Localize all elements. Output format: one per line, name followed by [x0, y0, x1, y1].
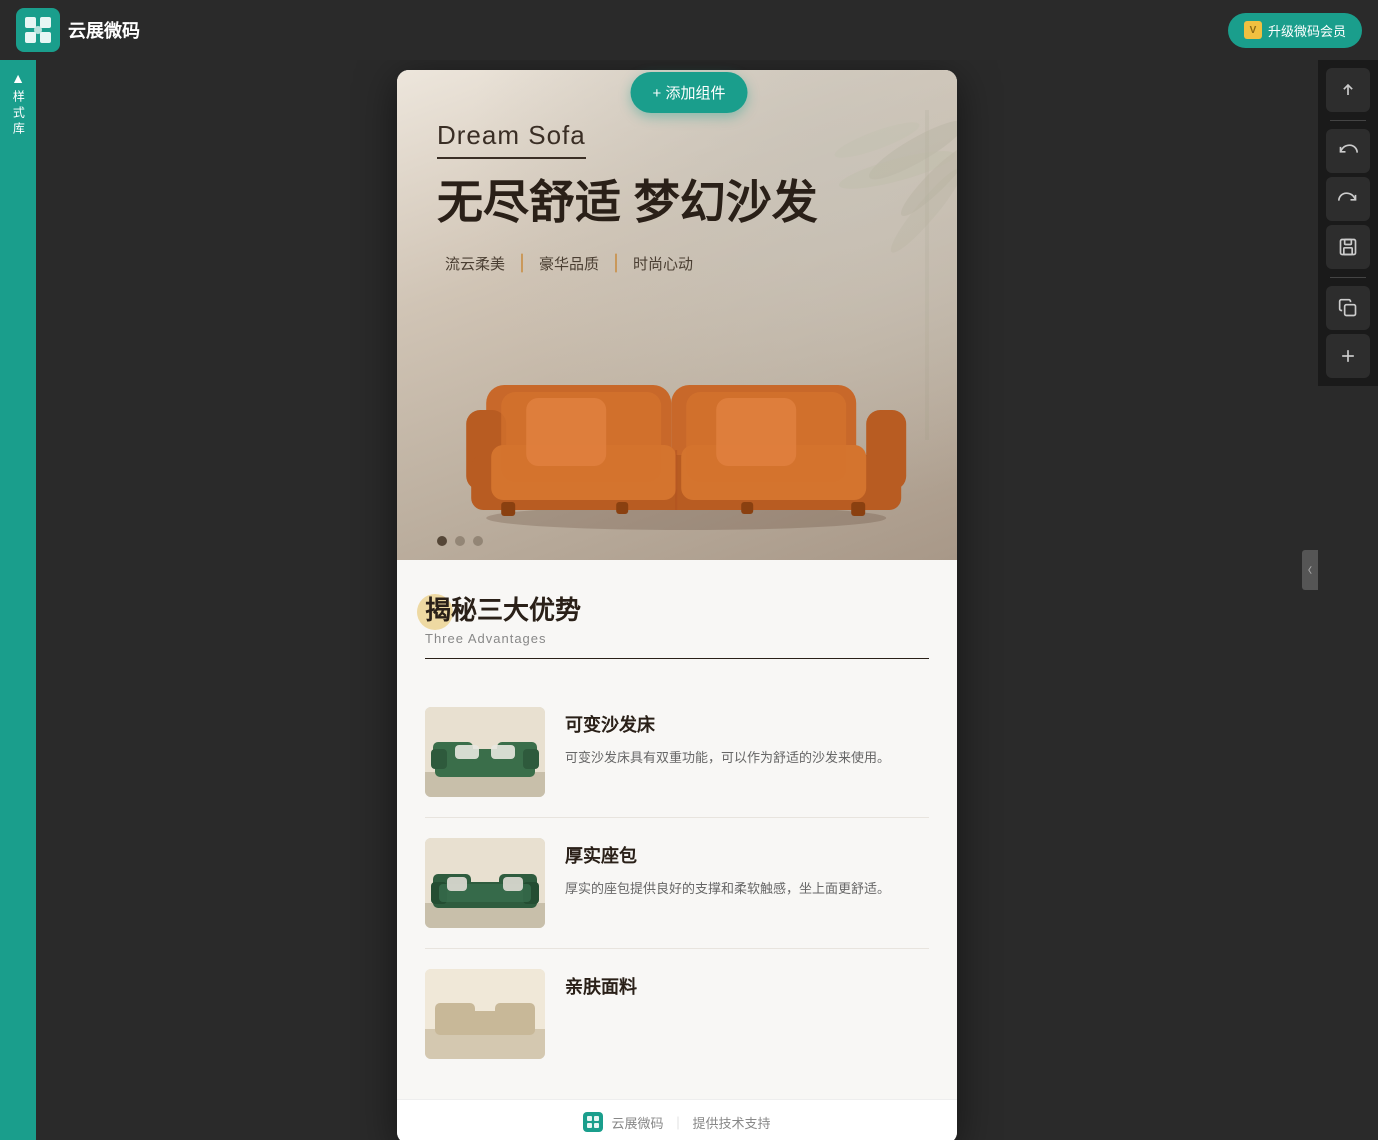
feature-title-1: 可变沙发床 [565, 711, 929, 737]
logo-area: 云展微码 [16, 8, 140, 52]
copy-button[interactable] [1326, 286, 1370, 330]
add-component-button[interactable]: + 添加组件 [631, 72, 748, 113]
hero-section: Dream Sofa 无尽舒适 梦幻沙发 流云柔美 ｜ 豪华品质 ｜ 时尚心动 [397, 70, 957, 560]
toolbar-divider-1 [1330, 120, 1366, 121]
sidebar-label: 样式库 [10, 90, 27, 138]
logo-icon [16, 8, 60, 52]
upgrade-label: 升级微码会员 [1268, 21, 1346, 40]
hero-divider-2: ｜ [607, 250, 625, 276]
canvas-area: Dream Sofa 无尽舒适 梦幻沙发 流云柔美 ｜ 豪华品质 ｜ 时尚心动 [36, 60, 1318, 1140]
hero-tags: 流云柔美 ｜ 豪华品质 ｜ 时尚心动 [437, 250, 818, 276]
feature-text-2: 厚实座包 厚实的座包提供良好的支撑和柔软触感，坐上面更舒适。 [565, 838, 929, 900]
section-title-cn: 揭秘三大优势 [425, 590, 929, 627]
add-block-button[interactable] [1326, 334, 1370, 378]
feature-item-3: 亲肤面料 [425, 949, 929, 1079]
right-panel-handle[interactable] [1302, 550, 1318, 590]
right-toolbar [1318, 60, 1378, 386]
content-section: 揭秘三大优势 Three Advantages [397, 560, 957, 1099]
logo-text: 云展微码 [68, 17, 140, 43]
feature-desc-2: 厚实的座包提供良好的支撑和柔软触感，坐上面更舒适。 [565, 878, 929, 900]
feature-img-2 [425, 838, 545, 928]
undo-button[interactable] [1326, 129, 1370, 173]
dot-3[interactable] [473, 536, 483, 546]
feature-item-1: 可变沙发床 可变沙发床具有双重功能，可以作为舒适的沙发来使用。 [425, 687, 929, 818]
section-divider [425, 658, 929, 659]
hero-tag-1: 流云柔美 [437, 253, 513, 274]
feature-title-3: 亲肤面料 [565, 973, 929, 999]
feature-title-2: 厚实座包 [565, 842, 929, 868]
feature-img-3 [425, 969, 545, 1059]
feature-item-2: 厚实座包 厚实的座包提供良好的支撑和柔软触感，坐上面更舒适。 [425, 818, 929, 949]
vip-icon: V [1244, 21, 1262, 39]
footer-logo-text: 云展微码 [611, 1113, 663, 1132]
feature-text-3: 亲肤面料 [565, 969, 929, 1009]
feature-desc-1: 可变沙发床具有双重功能，可以作为舒适的沙发来使用。 [565, 747, 929, 769]
dots-indicator [437, 536, 483, 546]
footer-separator: ｜ [671, 1113, 684, 1132]
add-component-bar: + 添加组件 [631, 72, 748, 113]
sofa-image [456, 330, 916, 530]
redo-button[interactable] [1326, 177, 1370, 221]
dot-1[interactable] [437, 536, 447, 546]
hero-cn-title: 无尽舒适 梦幻沙发 [437, 175, 818, 230]
phone-frame: Dream Sofa 无尽舒适 梦幻沙发 流云柔美 ｜ 豪华品质 ｜ 时尚心动 [397, 70, 957, 1140]
section-header: 揭秘三大优势 Three Advantages [425, 590, 929, 659]
top-bar: 云展微码 V 升级微码会员 [0, 0, 1378, 60]
page-footer: 云展微码 ｜ 提供技术支持 [397, 1099, 957, 1140]
save-button[interactable] [1326, 225, 1370, 269]
hero-content: Dream Sofa 无尽舒适 梦幻沙发 流云柔美 ｜ 豪华品质 ｜ 时尚心动 [437, 120, 818, 276]
hero-tag-2: 豪华品质 [531, 253, 607, 274]
sidebar-triangle-icon: ▲ [11, 70, 25, 86]
toolbar-divider-2 [1330, 277, 1366, 278]
footer-logo-icon [583, 1112, 603, 1132]
feature-text-1: 可变沙发床 可变沙发床具有双重功能，可以作为舒适的沙发来使用。 [565, 707, 929, 769]
add-component-label: + 添加组件 [653, 82, 726, 103]
dot-2[interactable] [455, 536, 465, 546]
upload-button[interactable] [1326, 68, 1370, 112]
hero-divider-1: ｜ [513, 250, 531, 276]
footer-support-text: 提供技术支持 [693, 1113, 771, 1132]
upgrade-button[interactable]: V 升级微码会员 [1228, 13, 1362, 48]
feature-img-1 [425, 707, 545, 797]
left-sidebar[interactable]: ▲ 样式库 [0, 60, 36, 1140]
hero-tag-3: 时尚心动 [625, 253, 701, 274]
hero-en-title: Dream Sofa [437, 120, 586, 159]
section-title-en: Three Advantages [425, 631, 929, 646]
